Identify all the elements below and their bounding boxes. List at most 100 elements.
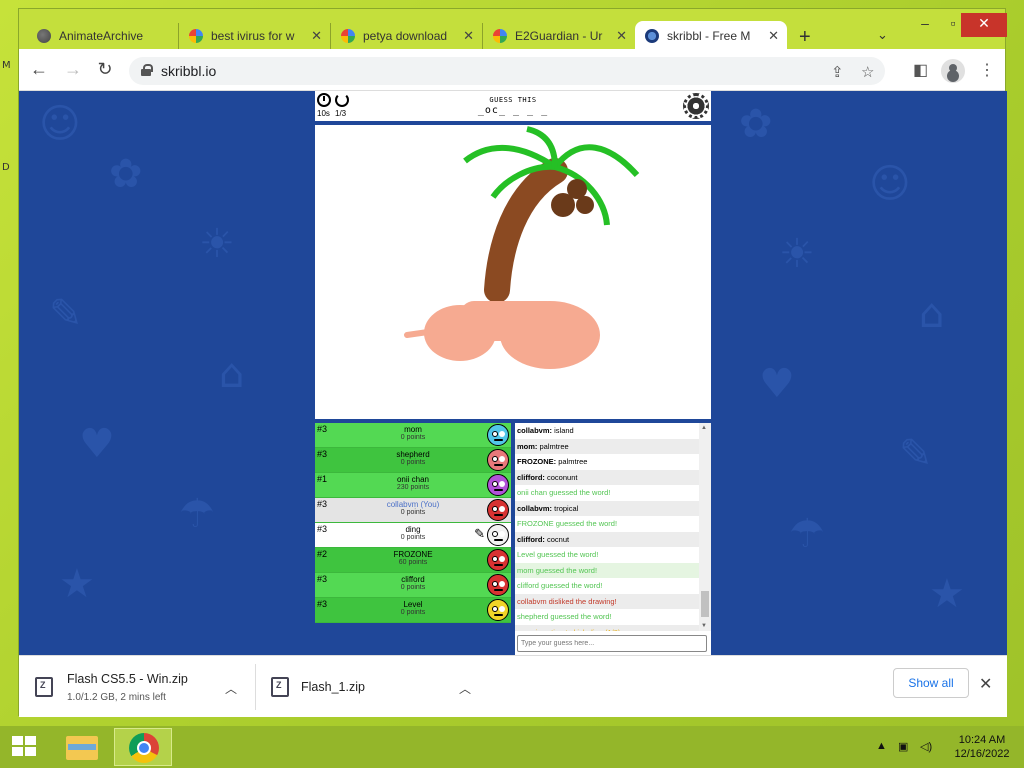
profile-avatar-icon[interactable] (941, 59, 965, 83)
chat-text: FROZONE guessed the word! (517, 519, 618, 528)
new-tab-button[interactable]: + (799, 26, 811, 49)
reload-icon[interactable]: ↻ (93, 59, 117, 80)
chat-message: mom is voting to kick ding (1/3) (515, 624, 699, 631)
player-row[interactable]: #3 shepherd 0 points (315, 448, 511, 473)
google-icon (341, 29, 355, 43)
chrome-window: AnimateArchive best ivirus for w ✕ petya… (18, 8, 1007, 718)
player-row[interactable]: #3 Level 0 points (315, 598, 511, 623)
player-row[interactable]: #2 FROZONE 60 points (315, 548, 511, 573)
chat-text: clifford guessed the word! (517, 581, 603, 590)
avatar[interactable] (487, 424, 509, 446)
close-icon[interactable]: ✕ (768, 28, 779, 44)
show-all-downloads-button[interactable]: Show all (893, 668, 969, 698)
player-name: shepherd (396, 450, 430, 459)
tab-title: skribbl - Free M (667, 29, 751, 43)
tab-strip: AnimateArchive best ivirus for w ✕ petya… (19, 9, 1007, 51)
volume-icon[interactable]: ◁) (920, 740, 932, 753)
avatar[interactable] (487, 574, 509, 596)
back-arrow-icon[interactable]: ← (27, 59, 51, 80)
chat-message: FROZONE guessed the word! (515, 516, 699, 532)
background-doodle-icon: ☺ (869, 161, 911, 207)
skribbl-page: ☺ ✿ ☀ ✎ ⌂ ♥ ☂ ★ ✿ ☺ ☀ ⌂ ♥ ✎ ☂ ★ 10s 1/3 … (19, 91, 1007, 655)
chevron-up-icon[interactable]: ︿ (459, 680, 471, 697)
close-icon[interactable]: ✕ (463, 28, 474, 44)
desktop-icon-label[interactable]: D (2, 162, 10, 173)
chat-text: tropical (554, 503, 579, 513)
close-icon[interactable]: ✕ (616, 28, 627, 44)
avatar[interactable] (487, 549, 509, 571)
player-row[interactable]: #3 collabvm (You) 0 points (315, 498, 511, 523)
minimize-button[interactable]: – (911, 13, 939, 37)
chat-message: collabvm disliked the drawing! (515, 593, 699, 609)
chat-message: collabvm: island (515, 423, 699, 439)
chrome-taskbar-button[interactable] (114, 728, 172, 766)
share-icon[interactable]: ⇪ (831, 63, 844, 81)
scroll-up-icon[interactable]: ▲ (701, 425, 707, 431)
windows-start-icon[interactable] (12, 736, 38, 758)
chat-text: Level guessed the word! (517, 550, 599, 559)
background-doodle-icon: ⌂ (219, 351, 245, 397)
side-panel-icon[interactable]: ◧ (913, 60, 928, 80)
tab-google-search[interactable]: petya download ✕ (331, 23, 483, 49)
tab-google-search[interactable]: E2Guardian - Ur ✕ (483, 23, 635, 49)
download-item[interactable]: Flash_1.zip (271, 656, 451, 718)
tab-search-chevron-icon[interactable]: ⌄ (877, 27, 888, 43)
chat-message: Level guessed the word! (515, 547, 699, 563)
url-text[interactable]: skribbl.io (161, 63, 216, 79)
avatar[interactable] (487, 449, 509, 471)
chat-message: onii chan guessed the word! (515, 485, 699, 501)
tab-google-search[interactable]: best ivirus for w ✕ (179, 23, 331, 49)
chat-sender: FROZONE: (517, 457, 557, 466)
chat-sender: collabvm: (517, 503, 553, 513)
avatar[interactable] (487, 499, 509, 521)
show-hidden-icons-icon[interactable]: ▲ (876, 740, 887, 752)
download-status: 1.0/1.2 GB, 2 mins left (67, 691, 166, 703)
player-points: 0 points (400, 509, 426, 516)
chat-message: clifford guessed the word! (515, 578, 699, 594)
drawing-canvas[interactable] (315, 125, 711, 419)
avatar[interactable] (487, 599, 509, 621)
player-name: mom (404, 425, 422, 434)
system-clock[interactable]: 10:24 AM 12/16/2022 (944, 733, 1020, 761)
chat-sender: clifford: (517, 472, 545, 482)
chat-message: FROZONE: palmtree (515, 454, 699, 470)
background-doodle-icon: ♥ (759, 361, 795, 407)
pencil-icon: ✎ (474, 526, 485, 541)
file-explorer-icon[interactable] (62, 730, 102, 764)
close-icon[interactable]: ✕ (311, 28, 322, 44)
scroll-thumb[interactable] (701, 591, 709, 617)
forward-arrow-icon[interactable]: → (61, 59, 85, 80)
player-row[interactable]: #3 ding 0 points ✎ (315, 523, 511, 548)
address-bar[interactable]: skribbl.io ⇪ ☆ (129, 57, 885, 85)
tab-title: E2Guardian - Ur (515, 29, 603, 43)
tab-skribbl[interactable]: skribbl - Free M ✕ (635, 21, 787, 51)
chat-scrollbar[interactable]: ▲ ▼ (699, 423, 711, 631)
network-icon[interactable]: ▣ (898, 740, 908, 753)
avatar[interactable] (487, 524, 509, 546)
scroll-down-icon[interactable]: ▼ (701, 623, 707, 629)
player-row[interactable]: #3 mom 0 points (315, 423, 511, 448)
lock-icon[interactable] (141, 64, 153, 76)
bookmark-star-icon[interactable]: ☆ (861, 63, 874, 81)
background-doodle-icon: ☺ (39, 101, 81, 147)
avatar[interactable] (487, 474, 509, 496)
desktop-icon-label[interactable]: M (2, 60, 11, 71)
chat-text: collabvm disliked the drawing! (517, 596, 617, 606)
background-doodle-icon: ⌂ (919, 291, 945, 337)
divider (255, 664, 256, 710)
player-list: #3 mom 0 points #3 shepherd 0 points #1 onii ch… (315, 423, 511, 623)
background-doodle-icon: ☀ (779, 231, 815, 277)
download-item[interactable]: Flash CS5.5 - Win.zip 1.0/1.2 GB, 2 mins… (35, 656, 245, 718)
close-download-bar-icon[interactable]: ✕ (979, 674, 992, 694)
chevron-up-icon[interactable]: ︿ (225, 680, 237, 697)
player-name: clifford (401, 575, 425, 584)
coconut (567, 179, 587, 199)
settings-gear-icon[interactable] (683, 93, 709, 119)
player-row[interactable]: #3 clifford 0 points (315, 573, 511, 598)
chat-input[interactable] (517, 635, 707, 652)
window-close-button[interactable]: ✕ (961, 13, 1007, 37)
player-row[interactable]: #1 onii chan 230 points (315, 473, 511, 498)
tab-animatearchive[interactable]: AnimateArchive (27, 23, 179, 49)
tab-title: AnimateArchive (59, 29, 144, 43)
menu-kebab-icon[interactable]: ⋮ (979, 60, 995, 80)
